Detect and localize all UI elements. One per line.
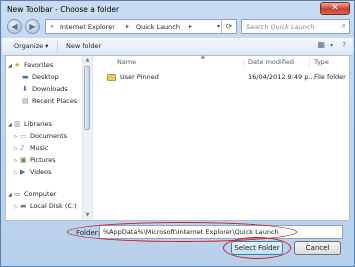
close-button[interactable]: ✕ (320, 2, 350, 15)
nav-downloads[interactable]: ⬇ Downloads (22, 85, 68, 96)
file-name: User Pinned (120, 73, 159, 81)
dialog-footer: Folder: %AppData%\Microsoft\Internet Exp… (1, 221, 354, 266)
nav-label: Favorites (23, 61, 54, 69)
recent-places-icon: ▤ (22, 97, 29, 105)
collapse-arrow-icon[interactable]: ◢ (8, 122, 12, 128)
command-bar: Organize ▾ New folder ▦ ▾ ? (2, 38, 353, 56)
nav-label: Documents (29, 132, 67, 140)
select-folder-button[interactable]: Select Folder (231, 241, 283, 255)
nav-computer[interactable]: ◢ ▭ Computer (8, 190, 56, 201)
nav-label: Music (29, 144, 49, 152)
nav-label: Recent Places (32, 97, 78, 105)
help-icon[interactable]: ? (342, 41, 346, 49)
column-divider (309, 58, 310, 68)
videos-icon: ▶ (19, 168, 26, 176)
scroll-up-icon[interactable]: ▲ (83, 56, 92, 65)
file-row[interactable]: User Pinned 16/04/2012 9:49 p... File fo… (93, 72, 349, 83)
nav-favorites[interactable]: ◢ ★ Favorites (8, 61, 53, 72)
file-date: 16/04/2012 9:49 p... (248, 73, 315, 81)
expand-arrow-icon[interactable]: ▷ (14, 158, 18, 164)
file-type: File folder (314, 73, 346, 81)
nav-label: Libraries (23, 120, 53, 128)
nav-label: Desktop (32, 73, 59, 81)
refresh-icon[interactable]: ⟳ (221, 20, 236, 33)
music-icon: ♪ (19, 144, 25, 152)
star-icon: ★ (13, 61, 21, 69)
column-date-header[interactable]: Date modified (248, 58, 294, 66)
expand-arrow-icon[interactable]: ▷ (14, 146, 18, 152)
navigation-pane: ◢ ★ Favorites ▬ Desktop ⬇ Downloads ▤ Recent… (6, 56, 93, 220)
scroll-down-icon[interactable]: ▼ (83, 211, 92, 220)
breadcrumb-separator-icon[interactable]: ▸ (189, 23, 192, 30)
documents-icon: ▭ (19, 132, 27, 140)
nav-label: Pictures (29, 156, 56, 164)
nav-local-disk[interactable]: ▷ ▬ Local Disk (C:) (14, 202, 77, 213)
nav-videos[interactable]: ▷ ▶ Videos (14, 168, 52, 179)
nav-label: Downloads (32, 85, 68, 93)
divider (57, 41, 58, 52)
nav-music[interactable]: ▷ ♪ Music (14, 144, 48, 155)
downloads-icon: ⬇ (22, 85, 28, 93)
expand-arrow-icon[interactable]: ▷ (14, 170, 18, 176)
sort-arrow-icon: ▲ (201, 54, 205, 60)
nav-pictures[interactable]: ▷ ▣ Pictures (14, 156, 56, 167)
file-list: Name ▲ Date modified Type User Pinned 16… (93, 54, 349, 220)
disk-icon: ▬ (19, 202, 27, 210)
folder-label: Folder: (76, 229, 100, 237)
nav-documents[interactable]: ▷ ▭ Documents (14, 132, 67, 143)
address-overflow-icon[interactable]: « (50, 23, 54, 30)
pictures-icon: ▣ (19, 156, 27, 164)
nav-label: Videos (29, 168, 52, 176)
back-icon: ◀ (11, 22, 18, 31)
column-divider (243, 58, 244, 68)
expand-arrow-icon[interactable]: ▷ (14, 204, 18, 210)
scroll-thumb[interactable] (84, 66, 90, 130)
column-type-header[interactable]: Type (314, 58, 329, 66)
address-row: ◀ ▶ « Internet Explorer ▸ Quick Launch ▸… (5, 18, 350, 36)
computer-icon: ▭ (13, 190, 21, 198)
view-dropdown-icon[interactable]: ▾ (330, 42, 333, 49)
back-button[interactable]: ◀ (7, 19, 22, 34)
forward-button[interactable]: ▶ (25, 19, 40, 34)
dialog-window: New Toolbar - Choose a folder ✕ ◀ ▶ « In… (0, 0, 355, 267)
forward-icon: ▶ (29, 22, 36, 31)
folder-path-input[interactable]: %AppData%\Microsoft\Internet Explorer\Qu… (99, 225, 343, 239)
breadcrumb-separator-icon[interactable]: ▸ (126, 23, 129, 30)
collapse-arrow-icon[interactable]: ◢ (8, 192, 12, 198)
breadcrumb-quick-launch[interactable]: Quick Launch (136, 23, 180, 31)
window-title: New Toolbar - Choose a folder (7, 5, 120, 14)
expand-arrow-icon[interactable]: ▷ (14, 134, 18, 140)
breadcrumb-internet-explorer[interactable]: Internet Explorer (60, 23, 115, 31)
nav-recent-places[interactable]: ▤ Recent Places (22, 97, 77, 108)
browser-content: ◢ ★ Favorites ▬ Desktop ⬇ Downloads ▤ Recent… (5, 54, 350, 221)
nav-scrollbar[interactable]: ▲ ▼ (82, 56, 92, 220)
nav-label: Computer (23, 190, 57, 198)
nav-label: Local Disk (C:) (29, 202, 77, 210)
address-dropdown-icon[interactable]: ▾ (217, 23, 220, 30)
organize-button[interactable]: Organize ▾ (14, 42, 48, 50)
address-bar[interactable]: « Internet Explorer ▸ Quick Launch ▸ ▾ ⟳ (45, 19, 237, 34)
nav-libraries[interactable]: ◢ ▥ Libraries (8, 120, 52, 131)
search-placeholder: Search Quick Launch (246, 23, 315, 31)
folder-icon (107, 74, 116, 81)
nav-desktop[interactable]: ▬ Desktop (22, 73, 59, 84)
search-input[interactable]: Search Quick Launch ⌕ (241, 19, 350, 34)
desktop-icon: ▬ (22, 73, 29, 81)
column-name-header[interactable]: Name (117, 58, 136, 66)
new-folder-button[interactable]: New folder (66, 42, 101, 50)
title-bar: New Toolbar - Choose a folder ✕ (1, 1, 354, 19)
collapse-arrow-icon[interactable]: ◢ (8, 63, 12, 69)
library-icon: ▥ (13, 120, 21, 128)
search-icon[interactable]: ⌕ (342, 21, 346, 31)
cancel-button[interactable]: Cancel (294, 241, 341, 255)
view-options-icon[interactable]: ▦ (317, 40, 325, 49)
